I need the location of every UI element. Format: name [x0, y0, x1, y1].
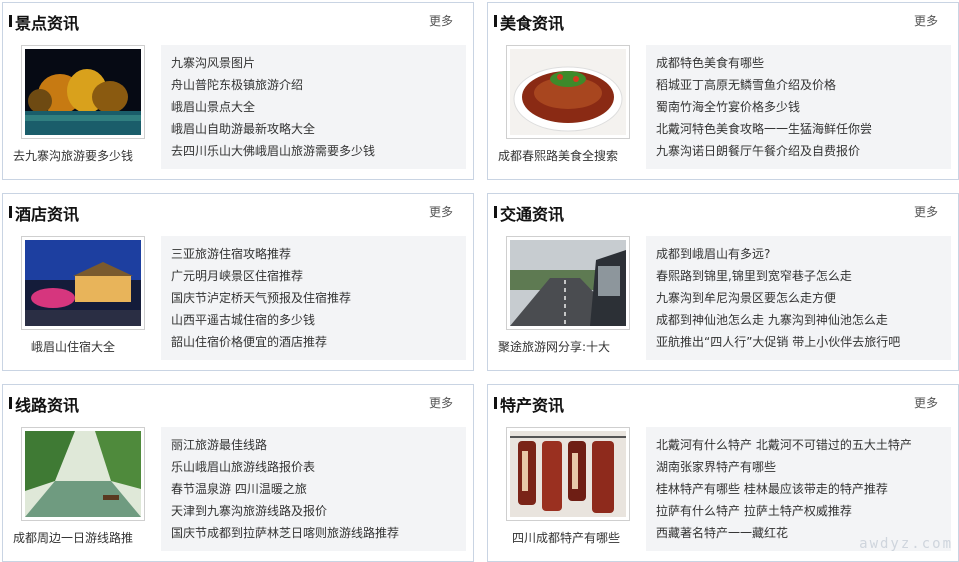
featured-image[interactable] [21, 236, 145, 330]
panel-title: 线路资讯 [15, 396, 80, 415]
list-item[interactable]: 桂林特产有哪些 桂林最应该带走的特产推荐 [656, 478, 951, 500]
article-list: 九寨沟风景图片 舟山普陀东极镇旅游介绍 峨眉山景点大全 峨眉山自助游最新攻略大全… [161, 45, 466, 169]
article-list: 成都特色美食有哪些 稻城亚丁高原无鳞雪鱼介绍及价格 蜀南竹海全竹宴价格多少钱 北… [646, 45, 951, 169]
featured-caption[interactable]: 去九寨沟旅游要多少钱 [13, 147, 153, 164]
list-item[interactable]: 成都到神仙池怎么走 九寨沟到神仙池怎么走 [656, 309, 951, 331]
more-link[interactable]: 更多 [914, 203, 938, 220]
more-link[interactable]: 更多 [429, 12, 453, 29]
list-item[interactable]: 北戴河特色美食攻略一一生猛海鲜任你尝 [656, 118, 951, 140]
featured-article[interactable]: 成都周边一日游线路推 [13, 425, 153, 555]
list-item[interactable]: 春节温泉游 四川温暖之旅 [171, 478, 466, 500]
panel-header: 酒店资讯 更多 [3, 194, 473, 228]
featured-caption[interactable]: 峨眉山住宿大全 [31, 338, 171, 355]
article-list: 成都到峨眉山有多远? 春熙路到锦里,锦里到宽窄巷子怎么走 九寨沟到牟尼沟景区要怎… [646, 236, 951, 360]
article-list: 丽江旅游最佳线路 乐山峨眉山旅游线路报价表 春节温泉游 四川温暖之旅 天津到九寨… [161, 427, 466, 551]
panel-header: 交通资讯 更多 [488, 194, 958, 228]
panel-header: 线路资讯 更多 [3, 385, 473, 419]
list-item[interactable]: 峨眉山自助游最新攻略大全 [171, 118, 466, 140]
list-item[interactable]: 湖南张家界特产有哪些 [656, 456, 951, 478]
list-item[interactable]: 亚航推出“四人行”大促销 带上小伙伴去旅行吧 [656, 331, 951, 353]
panel-hotel-news: 酒店资讯 更多 峨眉山住宿大全 三亚旅游住宿攻略推荐 广元明月峡景区住宿推荐 国… [2, 193, 474, 371]
panel-title: 景点资讯 [15, 14, 80, 33]
title-marker [9, 206, 12, 218]
more-link[interactable]: 更多 [429, 203, 453, 220]
featured-caption[interactable]: 四川成都特产有哪些 [512, 529, 652, 546]
list-item[interactable]: 拉萨有什么特产 拉萨土特产权威推荐 [656, 500, 951, 522]
title-marker [9, 397, 12, 409]
featured-image[interactable] [506, 427, 630, 521]
more-link[interactable]: 更多 [914, 394, 938, 411]
list-item[interactable]: 国庆节泸定桥天气预报及住宿推荐 [171, 287, 466, 309]
list-item[interactable]: 稻城亚丁高原无鳞雪鱼介绍及价格 [656, 74, 951, 96]
more-link[interactable]: 更多 [914, 12, 938, 29]
list-item[interactable]: 舟山普陀东极镇旅游介绍 [171, 74, 466, 96]
panel-food-news: 美食资讯 更多 成都春熙路美食全搜索 成都特色美食有哪些 稻城亚丁高原无鳞雪鱼介… [487, 2, 959, 180]
featured-caption[interactable]: 聚途旅游网分享:十大 [498, 338, 638, 355]
featured-caption[interactable]: 成都周边一日游线路推 [13, 529, 153, 546]
list-item[interactable]: 北戴河有什么特产 北戴河不可错过的五大土特产 [656, 434, 951, 456]
title-marker [494, 397, 497, 409]
panel-title: 交通资讯 [500, 205, 565, 224]
panel-transport-news: 交通资讯 更多 聚途旅游网分享:十大 成都到峨眉山有多远? 春熙路到锦里,锦里到… [487, 193, 959, 371]
panel-header: 美食资讯 更多 [488, 3, 958, 37]
featured-article[interactable]: 四川成都特产有哪些 [498, 425, 638, 555]
article-list: 北戴河有什么特产 北戴河不可错过的五大土特产 湖南张家界特产有哪些 桂林特产有哪… [646, 427, 951, 551]
list-item[interactable]: 三亚旅游住宿攻略推荐 [171, 243, 466, 265]
panel-title: 特产资讯 [500, 396, 565, 415]
list-item[interactable]: 蜀南竹海全竹宴价格多少钱 [656, 96, 951, 118]
featured-article[interactable]: 去九寨沟旅游要多少钱 [13, 43, 153, 173]
panel-route-news: 线路资讯 更多 成都周边一日游线路推 丽江旅游最佳线路 乐山峨眉山旅游线路报价表… [2, 384, 474, 562]
list-item[interactable]: 丽江旅游最佳线路 [171, 434, 466, 456]
list-item[interactable]: 国庆节成都到拉萨林芝日喀则旅游线路推荐 [171, 522, 466, 544]
featured-caption[interactable]: 成都春熙路美食全搜索 [498, 147, 638, 164]
featured-image[interactable] [506, 45, 630, 139]
featured-image[interactable] [21, 45, 145, 139]
list-item[interactable]: 九寨沟诺日朗餐厅午餐介绍及自费报价 [656, 140, 951, 162]
panel-header: 景点资讯 更多 [3, 3, 473, 37]
list-item[interactable]: 韶山住宿价格便宜的酒店推荐 [171, 331, 466, 353]
site-watermark: awdyz.com [859, 536, 953, 552]
article-list: 三亚旅游住宿攻略推荐 广元明月峡景区住宿推荐 国庆节泸定桥天气预报及住宿推荐 山… [161, 236, 466, 360]
list-item[interactable]: 峨眉山景点大全 [171, 96, 466, 118]
list-item[interactable]: 成都特色美食有哪些 [656, 52, 951, 74]
list-item[interactable]: 成都到峨眉山有多远? [656, 243, 951, 265]
featured-article[interactable]: 峨眉山住宿大全 [13, 234, 153, 364]
title-marker [9, 15, 12, 27]
list-item[interactable]: 乐山峨眉山旅游线路报价表 [171, 456, 466, 478]
panel-title: 酒店资讯 [15, 205, 80, 224]
more-link[interactable]: 更多 [429, 394, 453, 411]
title-marker [494, 15, 497, 27]
panel-title: 美食资讯 [500, 14, 565, 33]
panel-header: 特产资讯 更多 [488, 385, 958, 419]
title-marker [494, 206, 497, 218]
featured-article[interactable]: 成都春熙路美食全搜索 [498, 43, 638, 173]
list-item[interactable]: 去四川乐山大佛峨眉山旅游需要多少钱 [171, 140, 466, 162]
list-item[interactable]: 九寨沟风景图片 [171, 52, 466, 74]
list-item[interactable]: 九寨沟到牟尼沟景区要怎么走方便 [656, 287, 951, 309]
featured-image[interactable] [21, 427, 145, 521]
list-item[interactable]: 春熙路到锦里,锦里到宽窄巷子怎么走 [656, 265, 951, 287]
list-item[interactable]: 广元明月峡景区住宿推荐 [171, 265, 466, 287]
list-item[interactable]: 天津到九寨沟旅游线路及报价 [171, 500, 466, 522]
panel-scenic-news: 景点资讯 更多 去九寨沟旅游要多少钱 九寨沟风景图片 舟山普陀东极镇旅游介绍 峨… [2, 2, 474, 180]
list-item[interactable]: 山西平遥古城住宿的多少钱 [171, 309, 466, 331]
featured-image[interactable] [506, 236, 630, 330]
featured-article[interactable]: 聚途旅游网分享:十大 [498, 234, 638, 364]
